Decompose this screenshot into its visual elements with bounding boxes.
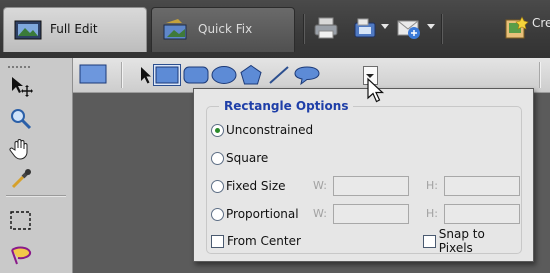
option-label: Unconstrained	[226, 123, 314, 137]
custom-shape-icon[interactable]	[293, 64, 321, 86]
tab-quick-fix[interactable]: Quick Fix	[151, 7, 295, 52]
marquee-tool-icon[interactable]	[8, 208, 34, 234]
divider	[121, 62, 123, 88]
option-label: Proportional	[226, 207, 299, 221]
divider	[441, 14, 443, 44]
fixed-width-label: W:	[313, 179, 327, 192]
checkbox-label: Snap to Pixels	[438, 227, 485, 255]
proportional-height-label: H:	[426, 207, 438, 220]
tab-full-edit[interactable]: Full Edit	[3, 7, 147, 52]
eyedropper-tool-icon[interactable]	[8, 166, 34, 192]
print-icon[interactable]	[313, 15, 339, 41]
from-center-checkbox[interactable]: From Center	[211, 232, 301, 250]
option-label: Fixed Size	[226, 179, 286, 193]
rectangle-options-group: Rectangle Options Unconstrained Square F…	[206, 99, 522, 255]
toolbox-grip[interactable]	[8, 66, 30, 70]
checkbox-icon[interactable]	[423, 234, 436, 248]
option-label: Square	[226, 151, 269, 165]
mouse-pointer-icon	[366, 77, 388, 105]
option-unconstrained[interactable]: Unconstrained	[211, 121, 313, 139]
radio-selected-icon[interactable]	[211, 123, 224, 137]
organize-icon[interactable]	[352, 15, 378, 41]
fixed-height-field[interactable]	[444, 176, 520, 196]
panel-title: Rectangle Options	[219, 99, 354, 113]
option-proportional[interactable]: Proportional	[211, 205, 299, 223]
create-icon[interactable]	[503, 15, 529, 41]
radio-icon[interactable]	[211, 207, 224, 221]
radio-icon[interactable]	[211, 151, 224, 165]
create-label[interactable]: Crea	[532, 16, 550, 30]
quick-fix-icon	[162, 19, 190, 41]
hand-tool-icon[interactable]	[8, 136, 34, 162]
divider	[303, 14, 305, 44]
rectangle-tool-preset-icon[interactable]	[79, 63, 107, 85]
proportional-width-label: W:	[313, 207, 327, 220]
polygon-shape-icon[interactable]	[239, 64, 263, 86]
tab-label: Quick Fix	[198, 22, 253, 36]
rectangle-options-panel: Rectangle Options Unconstrained Square F…	[193, 88, 534, 262]
rounded-rectangle-shape-icon[interactable]	[183, 64, 209, 86]
toolbox	[0, 58, 73, 273]
line-shape-icon[interactable]	[267, 64, 291, 86]
toolbox-divider	[6, 195, 66, 197]
divider	[539, 62, 541, 88]
full-edit-icon	[14, 19, 42, 41]
checkbox-icon[interactable]	[211, 234, 224, 248]
fixed-width-field[interactable]	[333, 176, 409, 196]
chevron-down-icon[interactable]	[381, 24, 389, 29]
option-fixed-size[interactable]: Fixed Size	[211, 177, 286, 195]
proportional-height-field[interactable]	[444, 204, 520, 224]
zoom-tool-icon[interactable]	[8, 106, 34, 132]
tab-label: Full Edit	[50, 22, 98, 36]
checkbox-label: From Center	[227, 234, 301, 248]
radio-icon[interactable]	[211, 179, 224, 193]
ellipse-shape-icon[interactable]	[211, 64, 237, 86]
rectangle-shape-icon[interactable]	[153, 64, 181, 86]
mode-bar: Full Edit Quick Fix Cre	[0, 0, 550, 58]
fixed-height-label: H:	[426, 179, 438, 192]
option-square[interactable]: Square	[211, 149, 268, 167]
snap-to-pixels-checkbox[interactable]: Snap to Pixels	[423, 227, 521, 255]
chevron-down-icon[interactable]	[427, 24, 435, 29]
move-tool-icon[interactable]	[8, 74, 34, 100]
lasso-tool-icon[interactable]	[8, 244, 34, 270]
arrow-select-icon[interactable]	[139, 64, 153, 86]
proportional-width-field[interactable]	[333, 204, 409, 224]
share-icon[interactable]	[396, 15, 422, 41]
